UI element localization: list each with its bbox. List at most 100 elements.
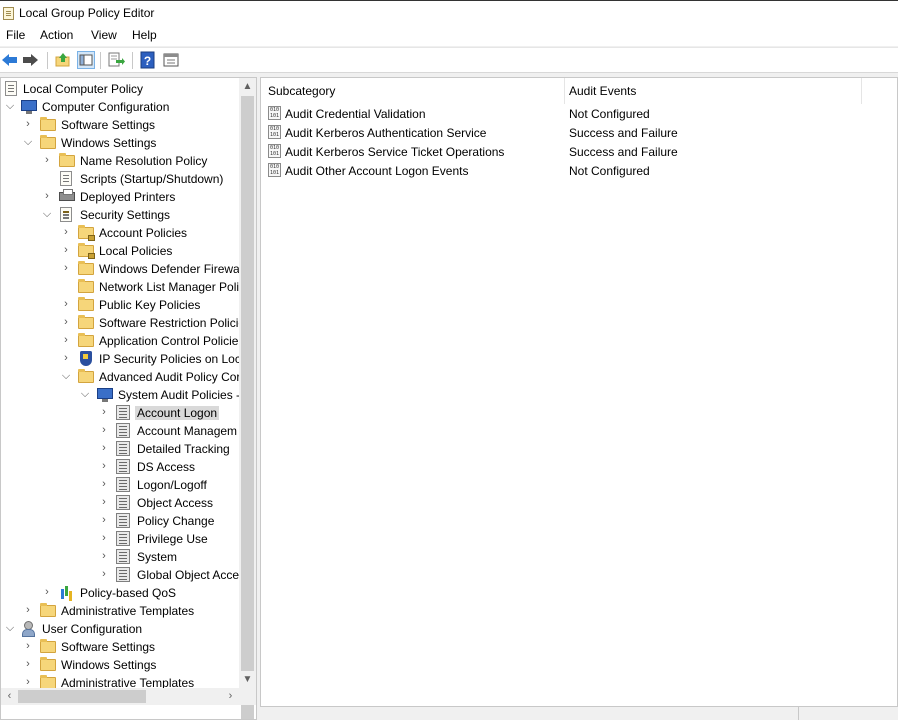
- script-icon: [60, 171, 72, 186]
- chevron-right-icon[interactable]: ›: [23, 658, 33, 670]
- folder-icon: [40, 603, 56, 617]
- audit-category-icon: [116, 477, 130, 492]
- tree-horizontal-scrollbar[interactable]: ‹ ›: [1, 688, 256, 705]
- chevron-down-icon[interactable]: ⌵: [23, 136, 33, 148]
- chevron-right-icon[interactable]: ›: [23, 676, 33, 688]
- folder-icon: [78, 297, 94, 311]
- folder-icon: [78, 333, 94, 347]
- scroll-left-icon[interactable]: ‹: [1, 688, 18, 705]
- scroll-down-icon[interactable]: ▼: [239, 671, 256, 688]
- toolbar-separator: [132, 52, 133, 69]
- table-row[interactable]: 010 101 Audit Other Account Logon Events …: [261, 162, 861, 181]
- chevron-right-icon[interactable]: ›: [99, 550, 109, 562]
- chevron-right-icon[interactable]: ›: [42, 154, 52, 166]
- chevron-right-icon[interactable]: ›: [99, 442, 109, 454]
- help-icon: ?: [140, 51, 155, 69]
- chevron-right-icon[interactable]: ›: [61, 298, 71, 310]
- column-header-row: Subcategory Audit Events: [261, 78, 897, 104]
- security-settings-icon: [60, 207, 72, 222]
- status-bar: [260, 707, 898, 720]
- menu-action[interactable]: Action: [40, 28, 73, 42]
- column-divider[interactable]: [564, 78, 565, 104]
- menu-help[interactable]: Help: [132, 28, 157, 42]
- svg-text:?: ?: [144, 54, 151, 68]
- chevron-right-icon[interactable]: ›: [61, 316, 71, 328]
- audit-events-cell: Not Configured: [569, 164, 650, 178]
- chevron-right-icon[interactable]: ›: [99, 514, 109, 526]
- scroll-up-icon[interactable]: ▲: [239, 78, 256, 95]
- chevron-right-icon[interactable]: ›: [99, 478, 109, 490]
- up-one-level-button[interactable]: [54, 51, 72, 69]
- back-button[interactable]: [2, 51, 20, 69]
- chevron-right-icon[interactable]: ›: [99, 406, 109, 418]
- folder-icon: [40, 675, 56, 688]
- chevron-right-icon[interactable]: ›: [23, 604, 33, 616]
- chevron-down-icon[interactable]: ⌵: [61, 370, 71, 382]
- chevron-right-icon[interactable]: ›: [61, 352, 71, 364]
- audit-category-icon: [116, 405, 130, 420]
- audit-category-icon: [116, 513, 130, 528]
- table-row[interactable]: 010 101 Audit Kerberos Service Ticket Ope…: [261, 143, 861, 162]
- table-row[interactable]: 010 101 Audit Credential Validation Not C…: [261, 105, 861, 124]
- audit-category-icon: [116, 441, 130, 456]
- audit-setting-icon: 010 101: [268, 163, 281, 177]
- forward-icon: [23, 54, 38, 66]
- column-divider[interactable]: [861, 78, 862, 104]
- audit-category-icon: [116, 567, 130, 582]
- locked-folder-icon: [78, 243, 95, 259]
- chevron-right-icon[interactable]: ›: [61, 262, 71, 274]
- chevron-right-icon[interactable]: ›: [99, 424, 109, 436]
- table-row[interactable]: 010 101 Audit Kerberos Authentication Ser…: [261, 124, 861, 143]
- subcategory-cell: Audit Credential Validation: [285, 107, 426, 121]
- properties-button[interactable]: [162, 51, 180, 69]
- chevron-right-icon[interactable]: ›: [23, 640, 33, 652]
- forward-button[interactable]: [23, 51, 41, 69]
- details-pane: Subcategory Audit Events 010 101 Audit Cr…: [260, 77, 898, 707]
- export-list-icon: [108, 52, 125, 67]
- chevron-right-icon[interactable]: ›: [99, 496, 109, 508]
- folder-icon: [78, 261, 94, 275]
- audit-category-icon: [116, 495, 130, 510]
- column-header-subcategory[interactable]: Subcategory: [268, 84, 335, 98]
- chevron-down-icon[interactable]: ⌵: [5, 622, 15, 634]
- chevron-down-icon[interactable]: ⌵: [42, 208, 52, 220]
- policy-document-icon: [5, 81, 17, 96]
- chevron-right-icon[interactable]: ›: [61, 244, 71, 256]
- user-icon: [21, 621, 37, 637]
- audit-events-cell: Success and Failure: [569, 145, 678, 159]
- subcategory-cell: Audit Kerberos Authentication Service: [285, 126, 487, 140]
- menu-bar: File Action View Help: [0, 26, 898, 46]
- chevron-down-icon[interactable]: ⌵: [5, 100, 15, 112]
- tree-vertical-scrollbar[interactable]: ▲ ▼: [239, 78, 256, 719]
- chevron-right-icon[interactable]: ›: [99, 568, 109, 580]
- export-list-button[interactable]: [107, 51, 125, 69]
- chevron-right-icon[interactable]: ›: [42, 586, 52, 598]
- audit-events-cell: Success and Failure: [569, 126, 678, 140]
- chevron-right-icon[interactable]: ›: [42, 190, 52, 202]
- folder-icon: [40, 657, 56, 671]
- locked-folder-icon: [78, 225, 95, 241]
- subcategory-cell: Audit Kerberos Service Ticket Operations: [285, 145, 505, 159]
- scrollbar-thumb[interactable]: [18, 690, 146, 703]
- back-icon: [2, 54, 17, 66]
- help-button[interactable]: ?: [139, 51, 157, 69]
- toolbar-separator: [100, 52, 101, 69]
- policy-editor-app-icon: [3, 7, 14, 20]
- chevron-right-icon[interactable]: ›: [61, 334, 71, 346]
- folder-icon: [78, 279, 94, 293]
- scrollbar-thumb[interactable]: [241, 96, 254, 719]
- scroll-right-icon[interactable]: ›: [222, 688, 239, 705]
- chevron-right-icon[interactable]: ›: [99, 532, 109, 544]
- chevron-right-icon[interactable]: ›: [23, 118, 33, 130]
- audit-category-icon: [116, 459, 130, 474]
- chevron-down-icon[interactable]: ⌵: [80, 388, 90, 400]
- column-header-audit-events[interactable]: Audit Events: [569, 84, 636, 98]
- chevron-right-icon[interactable]: ›: [61, 226, 71, 238]
- computer-icon: [21, 100, 37, 114]
- chevron-right-icon[interactable]: ›: [99, 460, 109, 472]
- menu-view[interactable]: View: [91, 28, 117, 42]
- show-hide-tree-button[interactable]: [77, 51, 95, 69]
- menu-file[interactable]: File: [6, 28, 25, 42]
- audit-events-cell: Not Configured: [569, 107, 650, 121]
- show-hide-tree-icon: [79, 54, 93, 66]
